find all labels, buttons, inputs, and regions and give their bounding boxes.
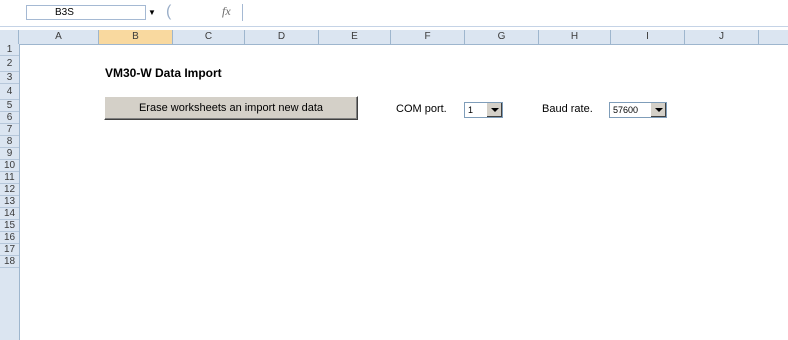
row-header-2[interactable]: 2 (0, 56, 19, 72)
row-header-4[interactable]: 4 (0, 84, 19, 100)
page-title: VM30-W Data Import (105, 66, 222, 80)
column-header-f[interactable]: F (391, 30, 465, 44)
com-port-value: 1 (468, 105, 474, 115)
baud-rate-label: Baud rate. (542, 103, 593, 115)
row-header-10[interactable]: 10 (0, 160, 19, 172)
column-header-i[interactable]: I (611, 30, 685, 44)
name-box[interactable]: B3S (26, 5, 146, 20)
column-header-j[interactable]: J (685, 30, 759, 44)
row-header-6[interactable]: 6 (0, 112, 19, 124)
row-header-bar: 1 2 3 4 5 6 7 8 9 10 11 12 13 14 15 16 1… (0, 44, 20, 340)
com-port-label: COM port. (396, 103, 447, 115)
formula-bar: B3S ▼ ( fx (0, 0, 788, 27)
name-box-dropdown-icon[interactable]: ▼ (148, 5, 160, 20)
row-header-17[interactable]: 17 (0, 244, 19, 256)
insert-function-icon[interactable]: fx (222, 4, 231, 19)
com-port-select[interactable]: 1 (464, 102, 503, 118)
row-header-15[interactable]: 15 (0, 220, 19, 232)
formula-input[interactable] (242, 4, 788, 21)
formula-bar-separator: ( (166, 3, 172, 20)
worksheet-grid[interactable] (19, 44, 788, 340)
row-header-9[interactable]: 9 (0, 148, 19, 160)
row-header-16[interactable]: 16 (0, 232, 19, 244)
chevron-down-icon[interactable] (486, 103, 502, 117)
column-header-bar: A B C D E F G H I J (0, 30, 788, 45)
row-header-12[interactable]: 12 (0, 184, 19, 196)
column-header-h[interactable]: H (539, 30, 611, 44)
row-header-18[interactable]: 18 (0, 256, 19, 268)
chevron-down-icon[interactable] (650, 103, 666, 117)
row-header-14[interactable]: 14 (0, 208, 19, 220)
row-header-5[interactable]: 5 (0, 100, 19, 112)
row-header-13[interactable]: 13 (0, 196, 19, 208)
column-header-a[interactable]: A (19, 30, 99, 44)
row-header-1[interactable]: 1 (0, 44, 19, 56)
row-header-7[interactable]: 7 (0, 124, 19, 136)
baud-rate-select[interactable]: 57600 (609, 102, 667, 118)
row-header-3[interactable]: 3 (0, 72, 19, 84)
row-header-8[interactable]: 8 (0, 136, 19, 148)
column-header-c[interactable]: C (173, 30, 245, 44)
baud-rate-value: 57600 (613, 105, 639, 115)
select-all-corner[interactable] (0, 30, 19, 44)
column-header-d[interactable]: D (245, 30, 319, 44)
erase-import-button[interactable]: Erase worksheets an import new data (104, 96, 358, 120)
column-header-g[interactable]: G (465, 30, 539, 44)
column-header-e[interactable]: E (319, 30, 391, 44)
column-header-b[interactable]: B (99, 30, 173, 44)
row-header-11[interactable]: 11 (0, 172, 19, 184)
